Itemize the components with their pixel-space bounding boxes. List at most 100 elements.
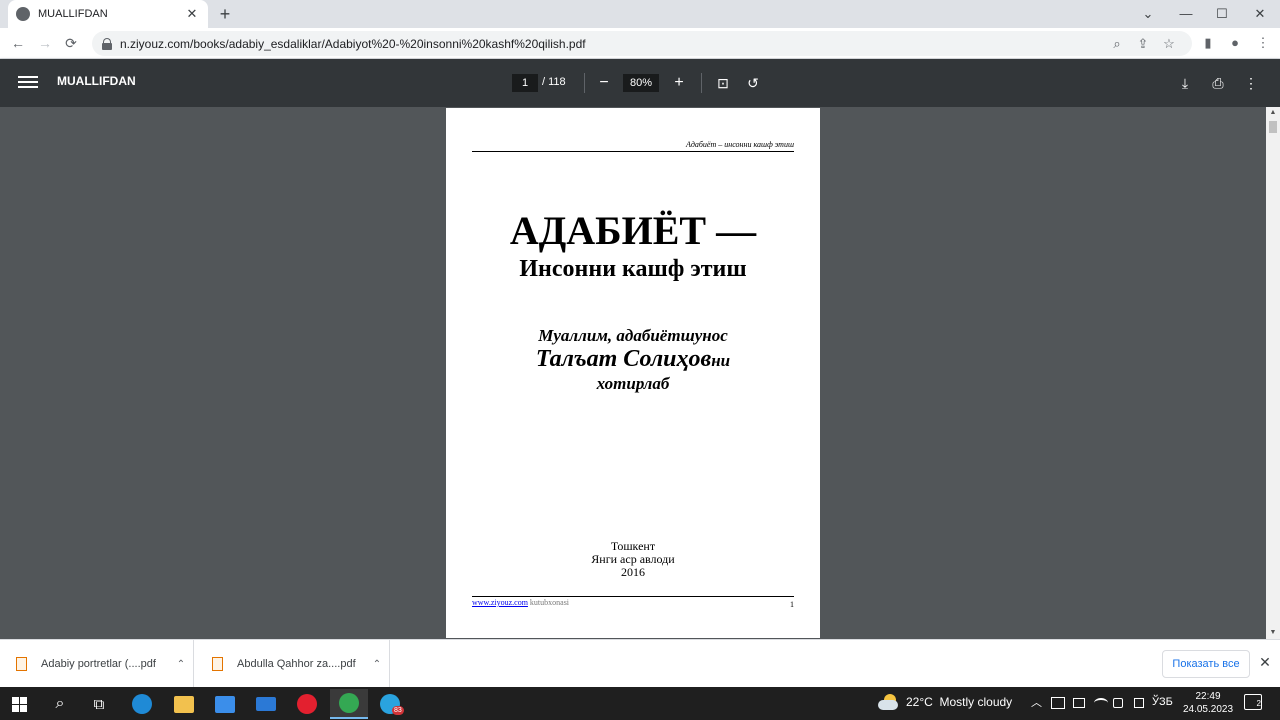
book-title: АДАБИЁТ — xyxy=(509,208,757,253)
forward-button[interactable]: → xyxy=(34,32,56,54)
download-filename[interactable]: Adabiy portretlar (....pdf xyxy=(41,658,169,670)
download-item[interactable]: Abdulla Qahhor za....pdf ⌃ xyxy=(196,640,390,688)
address-url[interactable]: n.ziyouz.com/books/adabiy_esdaliklar/Ada… xyxy=(120,37,1104,51)
windows-logo-icon xyxy=(11,696,27,712)
reload-button[interactable]: ⟳ xyxy=(60,32,82,54)
battery-icon[interactable] xyxy=(1051,697,1065,709)
footer-link[interactable]: www.ziyouz.com xyxy=(472,598,528,607)
address-bar[interactable]: n.ziyouz.com/books/adabiy_esdaliklar/Ada… xyxy=(92,31,1192,56)
clock-time: 22:49 xyxy=(1195,691,1221,702)
scroll-up-icon[interactable]: ▲ xyxy=(1266,107,1280,119)
store-icon[interactable] xyxy=(206,689,244,719)
tray-overflow-chevron-icon[interactable]: ︿ xyxy=(1031,694,1042,710)
wifi-icon[interactable] xyxy=(1094,698,1108,708)
publication-info: Тошкент Янги аср авлоди 2016 xyxy=(446,540,820,579)
chrome-icon[interactable] xyxy=(330,689,368,719)
partly-cloudy-icon xyxy=(878,694,900,710)
hamburger-menu-icon[interactable] xyxy=(18,73,38,93)
page-footer: www.ziyouz.com kutubxonasi 1 xyxy=(472,596,794,609)
pdf-file-icon xyxy=(16,657,27,671)
author-name: Талъат Солиҳов xyxy=(535,346,712,372)
tab-strip: MUALLIFDAN ✕ + ⌄ — ☐ ✕ xyxy=(0,0,1280,28)
downloads-close-icon[interactable]: ✕ xyxy=(1256,654,1274,671)
lock-icon[interactable] xyxy=(102,37,112,50)
downloads-bar: Adabiy portretlar (....pdf ⌃ Abdulla Qah… xyxy=(0,639,1280,688)
system-clock[interactable]: 22:49 24.05.2023 xyxy=(1178,690,1238,716)
book-subtitle: Инсонни кашф этиш xyxy=(519,256,747,282)
tab-search-icon[interactable]: ⌄ xyxy=(1130,0,1166,28)
clock-date: 24.05.2023 xyxy=(1182,704,1234,715)
zoom-icon[interactable]: ⌕ xyxy=(1104,36,1130,52)
toolbar-divider xyxy=(584,73,585,93)
zoom-level-input[interactable]: 80% xyxy=(623,74,659,92)
mail-logo xyxy=(256,697,276,711)
print-icon[interactable]: ⎙ xyxy=(1207,72,1229,94)
author-role: Муаллим, адабиётшунос xyxy=(538,326,728,345)
weather-temperature: 22°C xyxy=(906,695,933,709)
telegram-icon[interactable]: 83 xyxy=(371,689,409,719)
toolbar-divider xyxy=(701,73,702,93)
browser-toolbar: ← → ⟳ n.ziyouz.com/books/adabiy_esdalikl… xyxy=(0,28,1280,59)
more-actions-icon[interactable]: ⋮ xyxy=(1240,72,1262,94)
edge-logo xyxy=(132,694,152,714)
maximize-button[interactable]: ☐ xyxy=(1204,0,1240,28)
profile-icon[interactable]: ● xyxy=(1224,32,1246,54)
tab-close-icon[interactable]: ✕ xyxy=(184,6,200,22)
author-name-line: Талъат Солиҳовни xyxy=(446,346,820,373)
browser-tab[interactable]: MUALLIFDAN ✕ xyxy=(8,0,208,28)
back-button[interactable]: ← xyxy=(7,32,29,54)
folder-logo xyxy=(174,695,194,713)
fit-page-icon[interactable]: ⊡ xyxy=(712,72,734,94)
scrollbar[interactable]: ▲ ▼ xyxy=(1266,107,1280,639)
chevron-up-icon[interactable]: ⌃ xyxy=(365,659,389,670)
show-all-downloads-button[interactable]: Показать все xyxy=(1162,650,1250,678)
weather-widget[interactable]: 22°C Mostly cloudy xyxy=(878,694,1012,710)
download-filename[interactable]: Abdulla Qahhor za....pdf xyxy=(237,658,365,670)
page-total: / 118 xyxy=(542,76,566,88)
scrollbar-thumb[interactable] xyxy=(1269,121,1277,133)
telegram-unread-badge: 83 xyxy=(392,706,404,715)
meet-now-icon[interactable] xyxy=(1134,698,1144,708)
browser-menu-icon[interactable]: ⋮ xyxy=(1252,32,1274,54)
bookmark-star-icon[interactable]: ☆ xyxy=(1156,36,1182,52)
rotate-icon[interactable]: ↺ xyxy=(742,72,764,94)
author-name-suffix: ни xyxy=(711,351,731,370)
zoom-in-button[interactable]: + xyxy=(668,72,690,94)
display-icon[interactable] xyxy=(1073,698,1085,708)
volume-icon[interactable] xyxy=(1113,698,1123,708)
page-number: 1 xyxy=(790,600,794,609)
footer-library: kutubxonasi xyxy=(529,598,570,607)
mail-icon[interactable] xyxy=(247,689,285,719)
search-icon[interactable]: ⌕ xyxy=(41,689,79,719)
new-tab-button[interactable]: + xyxy=(214,3,236,25)
windows-taskbar: ⌕ ⧉ 83 22°C Mostly cloudy ︿ ЎЗБ 22:49 24… xyxy=(0,687,1280,720)
page-number-input[interactable]: 1 xyxy=(512,74,538,92)
running-header: Адабиёт – инсонни кашф этиш xyxy=(472,140,794,152)
start-button[interactable] xyxy=(0,689,38,719)
language-indicator[interactable]: ЎЗБ xyxy=(1152,696,1173,708)
zoom-out-button[interactable]: − xyxy=(593,72,615,94)
download-icon[interactable]: ⤓ xyxy=(1174,72,1196,94)
edge-icon[interactable] xyxy=(123,689,161,719)
chevron-up-icon[interactable]: ⌃ xyxy=(169,659,193,670)
opera-icon[interactable] xyxy=(288,689,326,719)
tab-title: MUALLIFDAN xyxy=(38,8,108,20)
pdf-viewer[interactable]: Адабиёт – инсонни кашф этиш АДАБИЁТ — Ин… xyxy=(0,107,1280,639)
pdf-page: Адабиёт – инсонни кашф этиш АДАБИЁТ — Ин… xyxy=(446,108,820,638)
pdf-file-icon xyxy=(212,657,223,671)
chrome-logo xyxy=(339,693,359,713)
publication-year: 2016 xyxy=(621,565,645,579)
file-explorer-icon[interactable] xyxy=(165,689,203,719)
share-icon[interactable]: ⇪ xyxy=(1130,36,1156,52)
side-panel-icon[interactable]: ▮ xyxy=(1197,32,1219,54)
pdf-toolbar: MUALLIFDAN 1 / 118 − 80% + ⊡ ↺ ⤓ ⎙ ⋮ xyxy=(0,59,1280,107)
pdf-document-title: MUALLIFDAN xyxy=(57,74,136,88)
task-view-icon[interactable]: ⧉ xyxy=(80,689,118,719)
download-item[interactable]: Adabiy portretlar (....pdf ⌃ xyxy=(0,640,194,688)
notification-center-icon[interactable]: 2 xyxy=(1244,694,1262,710)
minimize-button[interactable]: — xyxy=(1168,0,1204,28)
window-close-button[interactable]: ✕ xyxy=(1242,0,1278,28)
store-logo xyxy=(215,695,235,713)
globe-icon xyxy=(16,7,30,21)
scroll-down-icon[interactable]: ▼ xyxy=(1266,627,1280,639)
